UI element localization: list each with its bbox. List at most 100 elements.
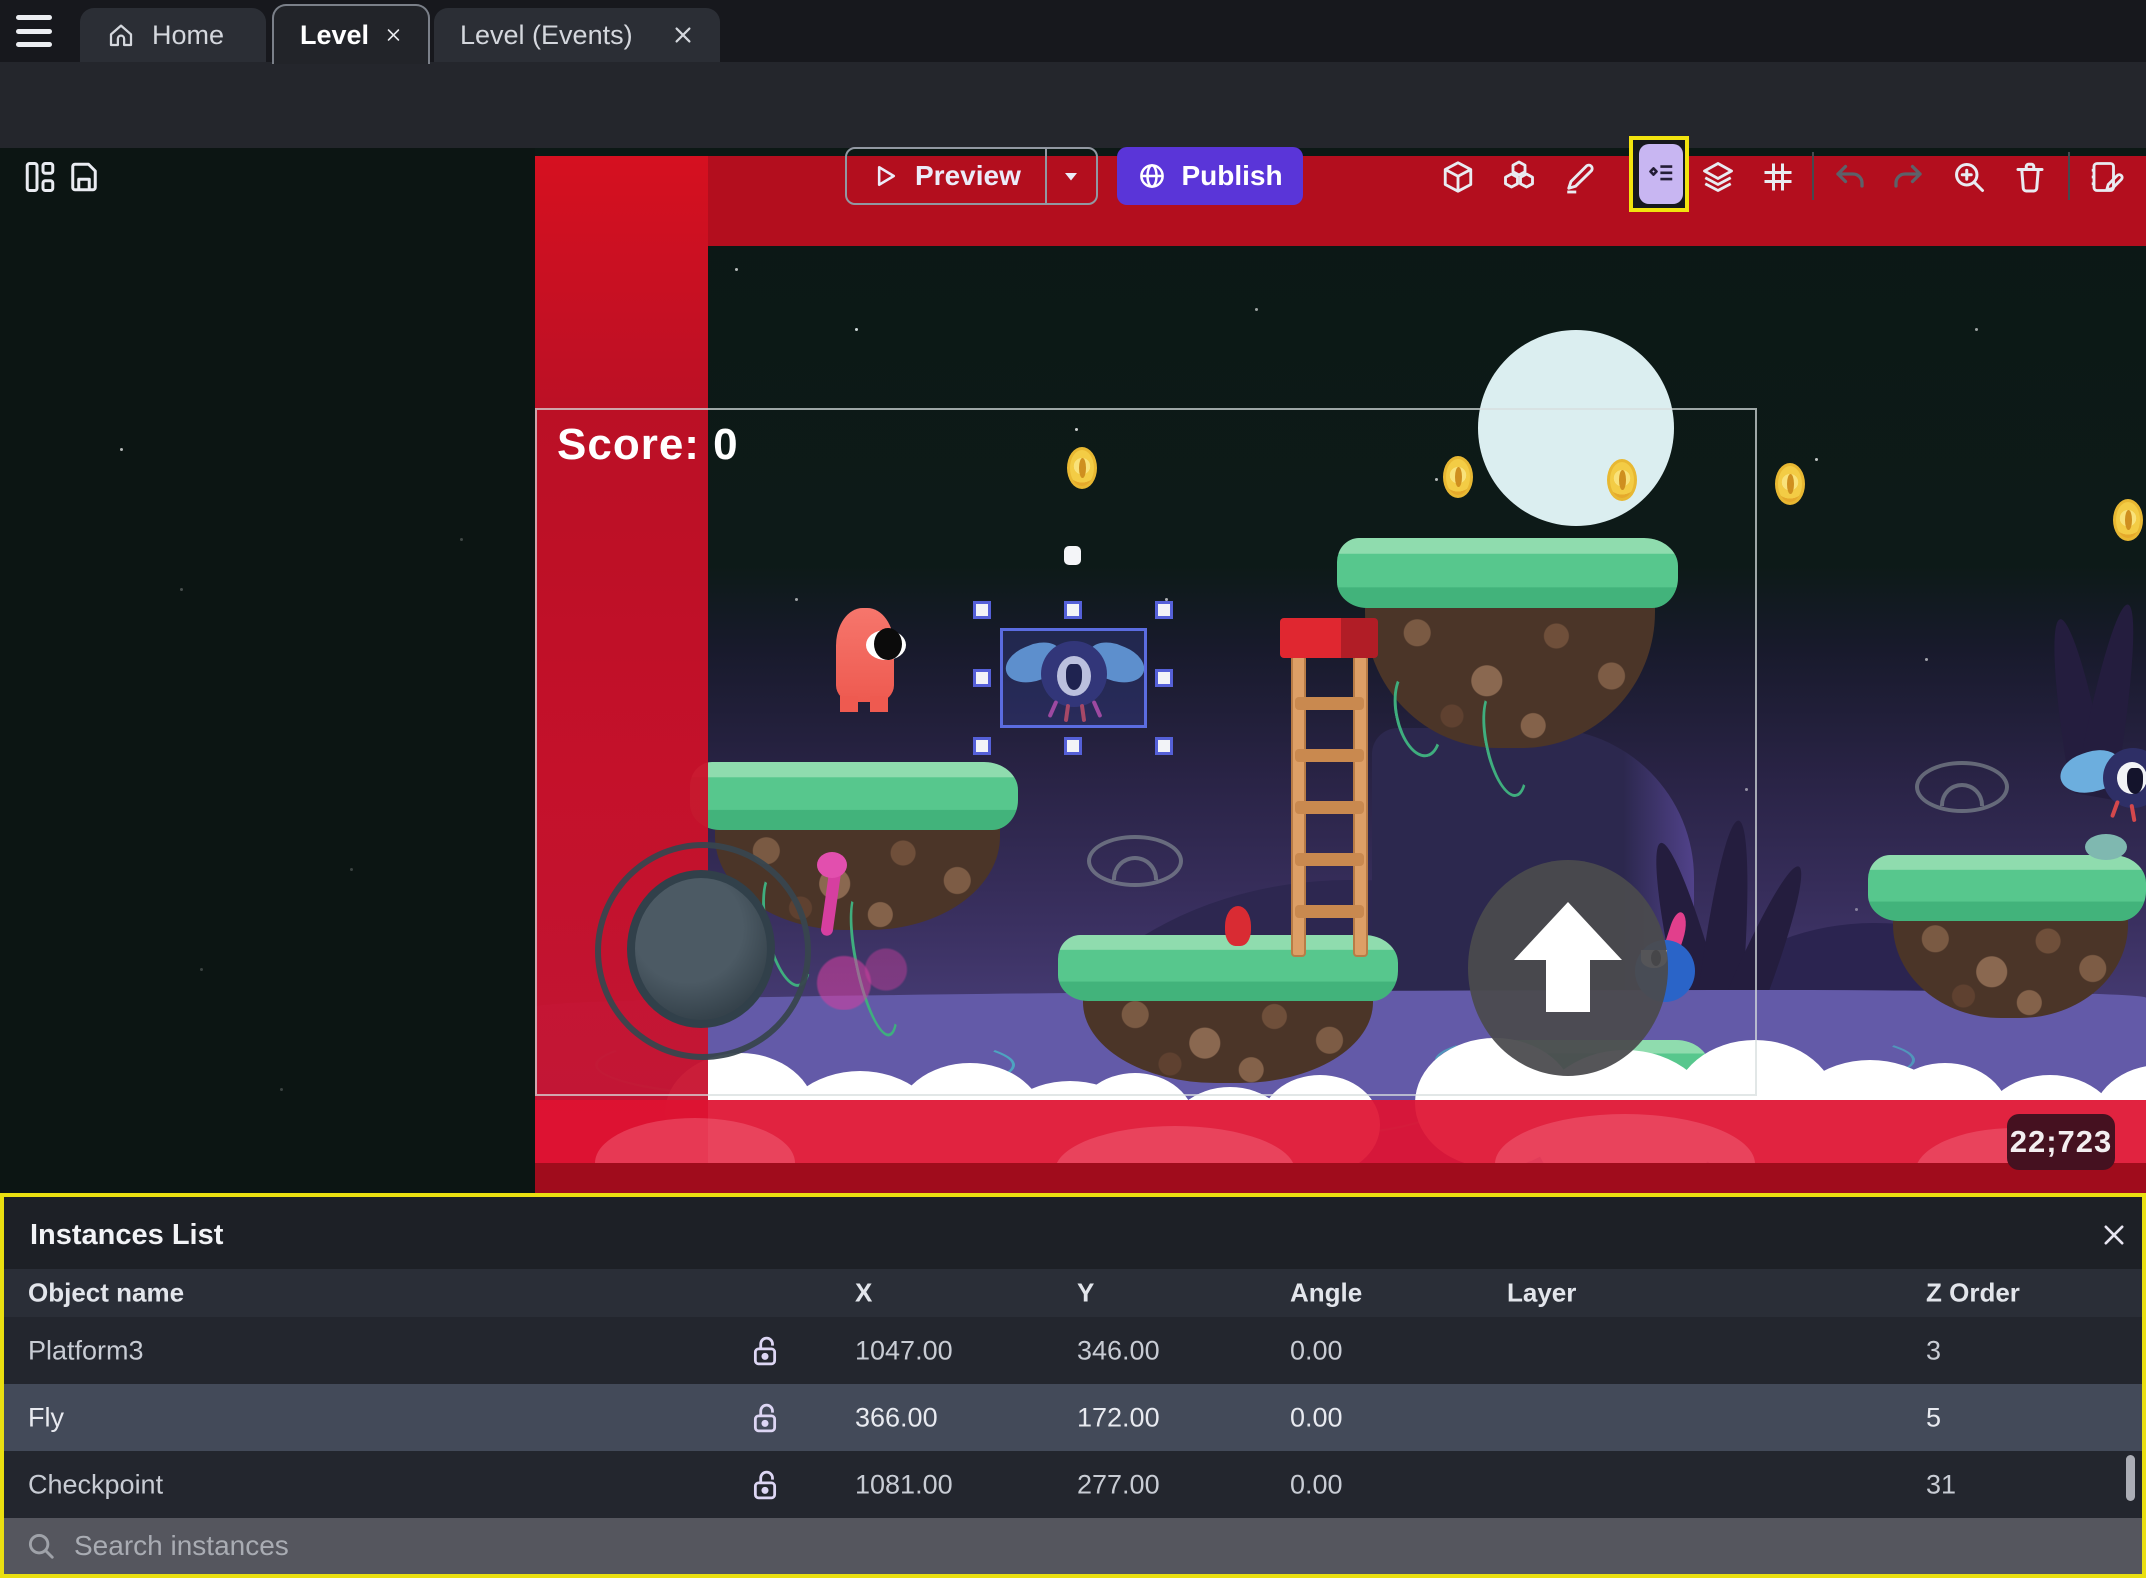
lock-open-icon[interactable]: [750, 1333, 780, 1369]
edit-pencil-icon[interactable]: [1562, 159, 1598, 195]
home-icon: [109, 24, 133, 47]
undo-icon[interactable]: [1832, 159, 1868, 195]
column-y: Y: [1077, 1277, 1095, 1308]
lock-open-icon[interactable]: [750, 1467, 780, 1503]
layers-icon[interactable]: [1700, 159, 1736, 195]
instance-x: 366.00: [855, 1402, 938, 1432]
tab-level-label: Level: [300, 19, 370, 50]
column-angle: Angle: [1290, 1277, 1363, 1308]
instances-list-panel: Instances List Object name X Y Angle Lay…: [0, 1193, 2146, 1578]
search-instances-input[interactable]: [74, 1530, 1474, 1562]
coin-instance[interactable]: [1775, 463, 1805, 505]
chevron-down-icon: [1065, 173, 1078, 181]
instance-name: Platform3: [28, 1335, 144, 1365]
tab-bar: Home Level Level (Events): [0, 0, 2146, 64]
level-scene[interactable]: Score: 0 22;723: [535, 148, 2146, 1193]
eye-decoration: [1915, 761, 2009, 813]
coin-instance[interactable]: [1067, 447, 1097, 489]
ladder-instance[interactable]: [1287, 655, 1372, 957]
hazard-zone-bottom-edge: [535, 1163, 2146, 1193]
column-z-order: Z Order: [1926, 1277, 2020, 1308]
table-row-fly[interactable]: Fly 366.00 172.00 0.00 5: [4, 1384, 2142, 1451]
tab-level-events[interactable]: Level (Events): [434, 8, 720, 62]
preview-button[interactable]: Preview: [845, 147, 1098, 205]
resize-handle-e[interactable]: [1155, 669, 1173, 687]
zoom-in-icon[interactable]: [1951, 159, 1987, 195]
panel-title: Instances List: [30, 1219, 224, 1251]
instance-x: 1081.00: [855, 1469, 953, 1499]
instance-angle: 0.00: [1290, 1469, 1343, 1499]
delete-trash-icon[interactable]: [2012, 159, 2048, 195]
score-text: Score: 0: [557, 420, 739, 469]
toolbar-divider: [2068, 152, 2070, 200]
search-bar: [4, 1518, 2142, 1574]
jump-button[interactable]: [1468, 860, 1668, 1076]
resize-handle-sw[interactable]: [973, 737, 991, 755]
instance-x: 1047.00: [855, 1335, 953, 1365]
objects-cube-icon[interactable]: [1440, 159, 1476, 195]
close-tab-icon[interactable]: [385, 24, 402, 46]
tab-home[interactable]: Home: [80, 8, 266, 62]
close-panel-icon[interactable]: [2100, 1221, 2128, 1249]
publish-button[interactable]: Publish: [1117, 147, 1303, 205]
background-stars: [735, 268, 738, 271]
instance-angle: 0.00: [1290, 1402, 1343, 1432]
instance-y: 346.00: [1077, 1335, 1160, 1365]
lock-open-icon[interactable]: [750, 1400, 780, 1436]
play-icon: [877, 165, 896, 187]
arrow-up-icon: [1514, 902, 1622, 960]
resize-handle-ne[interactable]: [1155, 601, 1173, 619]
coin-instance[interactable]: [1607, 459, 1637, 501]
panel-scrollbar[interactable]: [2126, 1455, 2135, 1501]
instances-list-icon-highlight: [1629, 136, 1689, 212]
instance-angle: 0.00: [1290, 1335, 1343, 1365]
moon: [1478, 330, 1674, 526]
save-icon[interactable]: [66, 159, 102, 195]
background-stars: [120, 448, 123, 451]
instance-name: Checkpoint: [28, 1469, 164, 1499]
coin-instance[interactable]: [1443, 456, 1473, 498]
tab-level-events-label: Level (Events): [460, 19, 633, 50]
globe-icon: [1140, 164, 1165, 188]
resize-handle-s[interactable]: [1064, 737, 1082, 755]
scene-canvas[interactable]: Score: 0 22;723: [0, 148, 2146, 1193]
virtual-joystick[interactable]: [595, 842, 811, 1060]
tab-level[interactable]: Level: [272, 4, 430, 64]
red-flower: [1225, 906, 1251, 946]
tab-home-label: Home: [152, 19, 225, 50]
resize-handle-w[interactable]: [973, 669, 991, 687]
ladder-top-cap: [1280, 618, 1378, 658]
preview-options-dropdown[interactable]: [1044, 149, 1096, 203]
instance-y: 172.00: [1077, 1402, 1160, 1432]
selection-box[interactable]: [1000, 628, 1147, 728]
column-x: X: [855, 1277, 873, 1308]
instances-list-icon[interactable]: [1639, 144, 1683, 204]
instances-table-header: Object name X Y Angle Layer Z Order: [4, 1269, 2142, 1317]
instance-name: Fly: [28, 1402, 64, 1432]
grid-icon[interactable]: [1760, 159, 1796, 195]
resize-handle-nw[interactable]: [973, 601, 991, 619]
resize-handle-se[interactable]: [1155, 737, 1173, 755]
rotation-handle[interactable]: [1064, 546, 1081, 565]
coin-instance[interactable]: [2113, 499, 2143, 541]
table-row-platform3[interactable]: Platform3 1047.00 346.00 0.00 3: [4, 1317, 2142, 1384]
edit-scene-properties-icon[interactable]: [2088, 159, 2124, 195]
layout-panels-icon[interactable]: [22, 159, 58, 195]
game-editor-window: Home Level Level (Events) Preview Publis…: [0, 0, 2146, 1578]
cursor-coordinates-badge: 22;723: [2007, 1114, 2115, 1170]
instance-z-order: 5: [1926, 1402, 1942, 1432]
object-groups-icon[interactable]: [1501, 159, 1537, 195]
player-instance[interactable]: [836, 608, 906, 712]
table-row-checkpoint[interactable]: Checkpoint 1081.00 277.00 0.00 31: [4, 1451, 2142, 1518]
eye-decoration: [1087, 835, 1183, 887]
toolbar-divider: [1812, 152, 1814, 200]
publish-label: Publish: [1181, 160, 1283, 191]
main-menu-icon[interactable]: [16, 15, 52, 47]
close-tab-icon[interactable]: [672, 24, 694, 46]
pebble: [2085, 834, 2127, 860]
column-object-name: Object name: [28, 1277, 185, 1308]
resize-handle-n[interactable]: [1064, 601, 1082, 619]
instance-z-order: 3: [1926, 1335, 1942, 1365]
redo-icon[interactable]: [1890, 159, 1926, 195]
instance-y: 277.00: [1077, 1469, 1160, 1499]
